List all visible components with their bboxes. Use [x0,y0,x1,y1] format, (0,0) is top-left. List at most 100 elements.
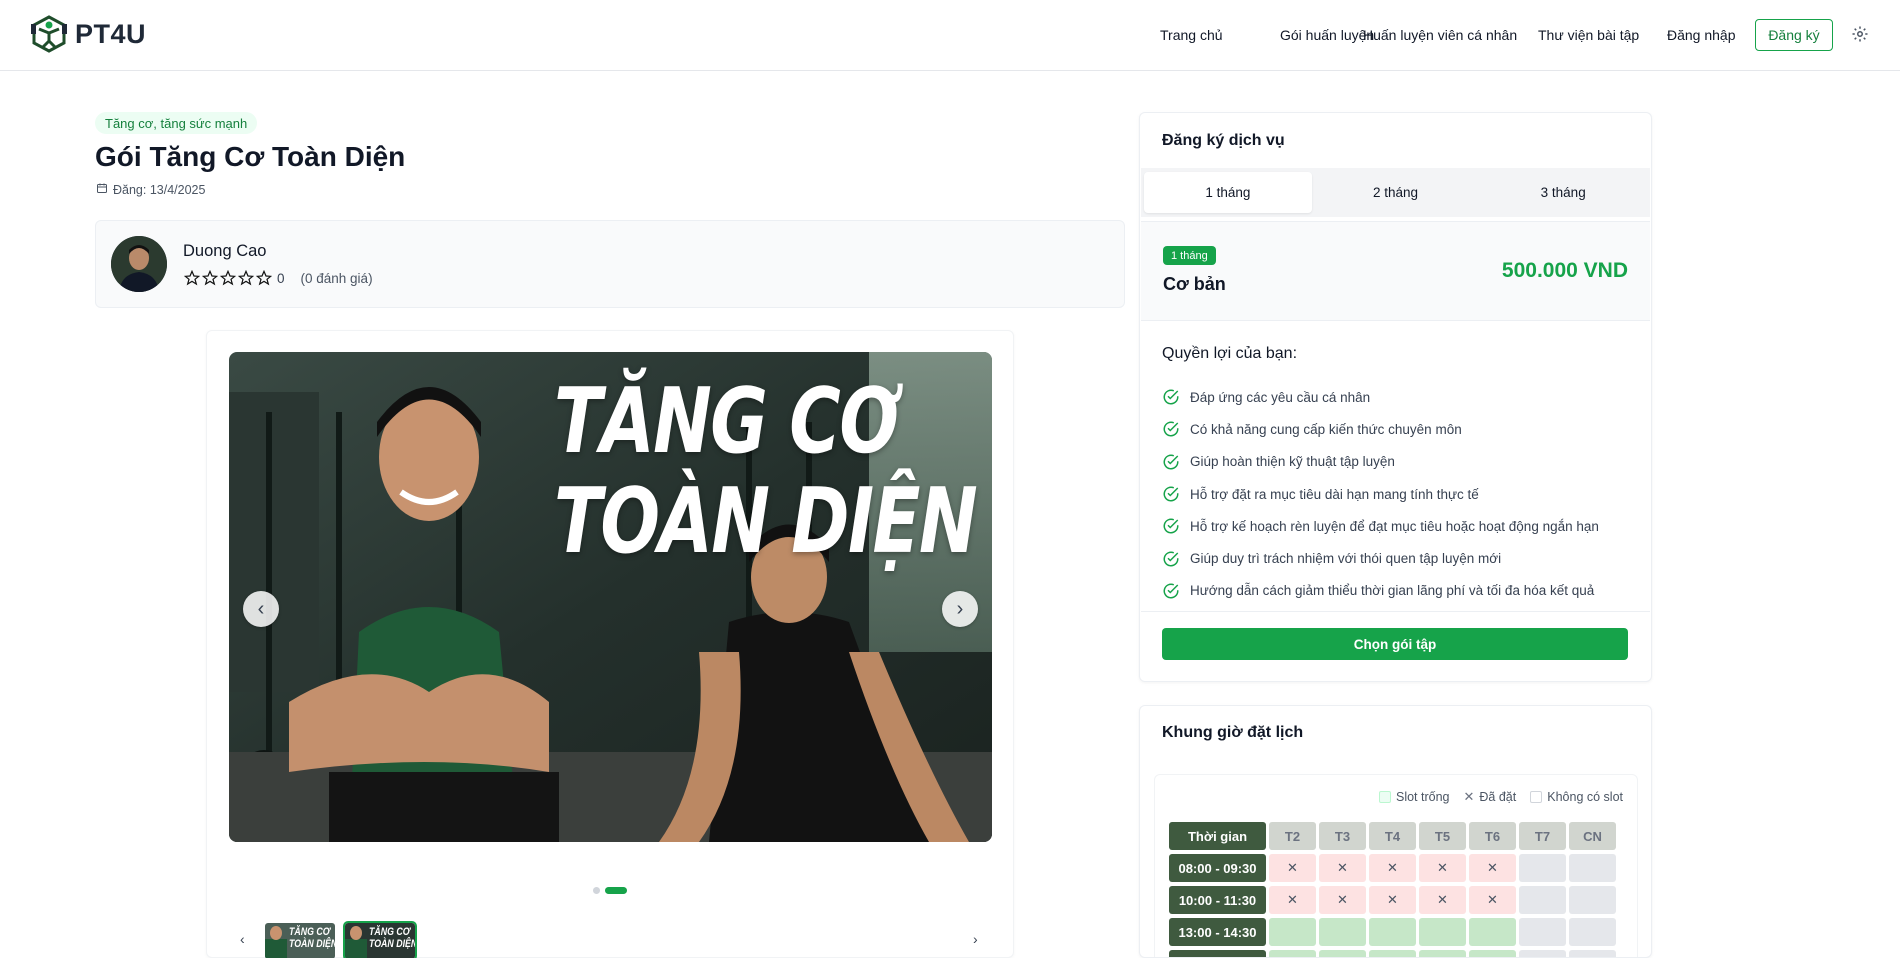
tab-2-months[interactable]: 2 tháng [1312,172,1480,213]
day-header: T2 [1269,822,1316,850]
tab-1-month[interactable]: 1 tháng [1144,172,1312,213]
trainer-card[interactable]: Duong Cao 0 (0 đánh giá) [95,220,1125,308]
benefit-text: Hỗ trợ kế hoạch rèn luyện để đạt mục tiê… [1190,518,1599,534]
free-slot[interactable] [1469,918,1516,946]
unavailable-slot [1519,886,1566,914]
benefit-item: Giúp hoàn thiện kỹ thuật tập luyện [1162,446,1599,478]
free-slot[interactable] [1419,918,1466,946]
image-gallery: TĂNG CƠ TOÀN DIỆN ‹ › ‹ TĂNG CƠ TOÀN DIỆN… [206,330,1014,958]
free-slot[interactable] [1469,950,1516,957]
schedule-row: 10:00 - 11:30 ✕ ✕ ✕ ✕ ✕ [1169,886,1616,914]
day-header: CN [1569,822,1616,850]
free-slot[interactable] [1369,950,1416,957]
thumbnail-active[interactable]: TĂNG CƠ TOÀN DIỆN [343,921,417,958]
benefit-item: Giúp duy trì trách nhiệm với thói quen t… [1162,542,1599,574]
booked-slot: ✕ [1319,886,1366,914]
duration-tabs: 1 tháng 2 tháng 3 tháng [1141,168,1650,217]
thumbnail[interactable]: TĂNG CƠ TOÀN DIỆN [265,923,335,958]
free-slot[interactable] [1369,918,1416,946]
hero-title-line1: TĂNG CƠ [554,369,899,474]
free-slot[interactable] [1319,918,1366,946]
benefit-text: Đáp ứng các yêu cầu cá nhân [1190,389,1371,405]
schedule-legend: Slot trống ✕ Đã đặt Không có slot [1378,789,1623,805]
rating-value: 0 [277,270,285,286]
day-header: T5 [1419,822,1466,850]
top-navigation-bar: PT4U Trang chủ Gói huấn luyện Huấn luyện… [0,0,1900,71]
day-header: T7 [1519,822,1566,850]
time-slot-label [1169,950,1266,957]
hero-title-line2: TOÀN DIỆN [554,469,978,574]
brand-name: PT4U [75,18,147,49]
review-count: (0 đánh giá) [300,270,373,286]
time-slot-label: 13:00 - 14:30 [1169,918,1266,946]
check-circle-icon [1162,550,1180,568]
benefit-item: Hướng dẫn cách giảm thiểu thời gian lãng… [1162,575,1599,607]
star-icon [237,269,255,286]
calendar-icon [96,182,108,197]
thumbs-next-icon[interactable]: › [973,931,978,947]
tab-3-months[interactable]: 3 tháng [1479,172,1647,213]
check-circle-icon [1162,453,1180,471]
choose-package-button[interactable]: Chọn gói tập [1162,628,1628,660]
trainer-name[interactable]: Duong Cao [183,242,266,261]
nav-personal-trainers[interactable]: Huấn luyện viên cá nhân [1363,27,1517,43]
legend-booked: ✕ Đã đặt [1463,789,1517,804]
star-icon [183,269,201,286]
register-button[interactable]: Đăng ký [1755,19,1833,51]
booked-slot: ✕ [1369,854,1416,882]
benefit-text: Giúp duy trì trách nhiệm với thói quen t… [1190,551,1502,567]
time-slot-label: 10:00 - 11:30 [1169,886,1266,914]
legend-free: Slot trống [1378,790,1450,804]
schedule-header-row: Thời gian T2 T3 T4 T5 T6 T7 CN [1169,822,1616,850]
gallery-main-image: TĂNG CƠ TOÀN DIỆN ‹ › [229,352,992,842]
category-tag: Tăng cơ, tăng sức mạnh [95,112,258,134]
benefit-item: Có khả năng cung cấp kiến thức chuyên mô… [1162,413,1599,445]
plan-duration-badge: 1 tháng [1163,246,1216,265]
free-slot[interactable] [1419,950,1466,957]
x-icon: ✕ [1463,789,1475,804]
schedule-row [1169,950,1616,957]
benefit-item: Hỗ trợ đặt ra mục tiêu dài hạn mang tính… [1162,478,1599,510]
brand-logo-link[interactable]: PT4U [29,14,146,54]
time-column-header: Thời gian [1169,822,1266,850]
benefit-text: Hỗ trợ đặt ra mục tiêu dài hạn mang tính… [1190,486,1479,502]
chevron-left-icon[interactable]: ‹ [243,591,279,627]
gear-icon[interactable] [1851,25,1869,43]
star-icon [201,269,219,286]
service-registration-card: Đăng ký dịch vụ 1 tháng 2 tháng 3 tháng … [1139,112,1652,682]
nav-home[interactable]: Trang chủ [1160,27,1223,43]
schedule-card: Khung giờ đặt lịch Slot trống ✕ Đã đặt Kh… [1139,705,1652,958]
unavailable-slot [1519,950,1566,957]
unavailable-slot [1569,950,1616,957]
booked-slot: ✕ [1269,886,1316,914]
nav-login[interactable]: Đăng nhập [1667,27,1736,43]
check-circle-icon [1162,485,1180,503]
benefit-text: Có khả năng cung cấp kiến thức chuyên mô… [1190,421,1462,437]
slide-dot[interactable] [593,887,600,894]
check-circle-icon [1162,420,1180,438]
slide-indicators [593,887,627,894]
free-slot[interactable] [1269,950,1316,957]
benefit-item: Hỗ trợ kế hoạch rèn luyện để đạt mục tiê… [1162,510,1599,542]
free-slot[interactable] [1319,950,1366,957]
schedule-grid: Thời gian T2 T3 T4 T5 T6 T7 CN 08:00 - 09:30 ✕ ✕ ✕ ✕… [1169,822,1616,957]
chevron-right-icon[interactable]: › [942,591,978,627]
star-icon [255,269,273,286]
benefit-text: Hướng dẫn cách giảm thiểu thời gian lãng… [1190,583,1595,599]
booked-slot: ✕ [1469,886,1516,914]
star-icon [219,269,237,286]
check-circle-icon [1162,517,1180,535]
unavailable-slot-swatch [1530,791,1543,803]
nav-exercise-library[interactable]: Thư viện bài tập [1538,27,1639,43]
check-circle-icon [1162,582,1180,600]
legend-unavailable: Không có slot [1530,790,1623,804]
free-slot[interactable] [1269,918,1316,946]
dumbbell-person-logo-icon [29,14,69,54]
slide-dot-active[interactable] [605,887,627,894]
schedule-title: Khung giờ đặt lịch [1162,724,1304,741]
thumbs-prev-icon[interactable]: ‹ [240,931,245,947]
time-slot-label: 08:00 - 09:30 [1169,854,1266,882]
booked-slot: ✕ [1419,854,1466,882]
nav-packages[interactable]: Gói huấn luyện [1280,27,1374,43]
plan-name: Cơ bản [1163,274,1226,294]
